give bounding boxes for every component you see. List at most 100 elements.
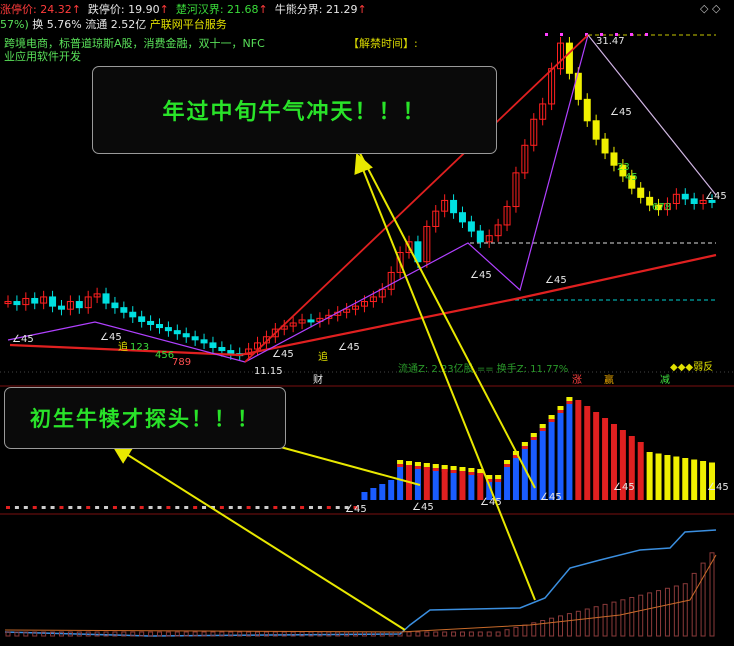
indicator-bar (637, 442, 644, 500)
indicator-bar (112, 506, 117, 509)
candle-body (200, 339, 208, 344)
count-label: 45 (625, 172, 638, 183)
cumulative-blue-line (4, 529, 717, 637)
candle-body (227, 350, 235, 355)
bull-bear-label: 牛熊分界: 21.29 (274, 3, 358, 16)
indicator-bar (584, 406, 591, 500)
indicator-bar (379, 484, 386, 500)
angle-45-label: ∠45 (412, 502, 434, 513)
indicator-bar (184, 506, 189, 509)
cumulative-orange-line (4, 554, 717, 633)
indicator-bar (335, 506, 340, 509)
indicator-cap (477, 473, 484, 476)
candle-body (637, 187, 645, 198)
price-limits-row: 涨停价: 24.32↑ 跌停价: 19.90↑ 楚河汉界: 21.68↑ 牛熊分… (0, 3, 367, 16)
indicator-bar (664, 455, 671, 500)
indicator-cap (504, 464, 511, 467)
cumulative-bar (540, 620, 546, 637)
indicator-cap (495, 479, 502, 482)
indicator-bar (282, 506, 287, 509)
cumulative-bar (451, 631, 457, 637)
indicator-bar (273, 506, 278, 509)
angle-45-label: ∠45 (345, 504, 367, 515)
candle-body (31, 297, 39, 304)
indicator-bar (264, 506, 269, 509)
candle-body (467, 221, 475, 232)
cumulative-bar (673, 585, 679, 637)
industry-label: 产联网平台服务 (149, 18, 227, 31)
indicator-cap (530, 433, 537, 437)
indicator-bar (219, 506, 224, 509)
cumulative-bar (477, 631, 483, 637)
indicator-bar (50, 506, 55, 509)
indicator-bar (202, 506, 207, 509)
cumulative-bar (433, 631, 439, 637)
indicator-cap (450, 470, 457, 473)
indicator-cap (539, 424, 546, 428)
indicator-bar (575, 400, 582, 500)
zhang-label: 涨 (572, 374, 582, 386)
cumulative-bar (638, 594, 644, 637)
limit-up-label: 涨停价: 24.32 (0, 3, 72, 16)
indicator-cap (521, 446, 528, 449)
indicator-cap (441, 469, 448, 472)
indicator-bar (691, 459, 698, 500)
corner-icons[interactable]: ◇ ◇ (700, 2, 720, 15)
indicator-bar (673, 456, 680, 500)
indicator-cap (557, 410, 564, 413)
annotation-arrow (354, 152, 536, 601)
cumulative-bar (459, 631, 465, 637)
indicator-bar (23, 506, 28, 509)
cumulative-bar (424, 631, 430, 637)
candle-body (111, 302, 119, 309)
indicator-bar (86, 506, 91, 509)
indicator-cap (423, 463, 430, 467)
candle-body (450, 199, 458, 214)
cumulative-bar (682, 583, 688, 637)
candle-body (681, 193, 689, 200)
flow-stats-label: 流通Z: 2.23亿股 == 换手Z: 11.77% (398, 362, 568, 375)
turnover-label: 换 5.76% (32, 18, 82, 31)
cumulative-bar (486, 631, 492, 637)
angle-45-label: ∠45 (540, 492, 562, 503)
indicator-bar (593, 412, 600, 500)
cumulative-bar (504, 629, 510, 637)
cumulative-bar (406, 631, 412, 637)
chu-han-label: 楚河汉界: 21.68 (175, 3, 259, 16)
candle-body (173, 330, 181, 335)
zhui-label: 追 (118, 340, 128, 353)
indicator-cap (530, 437, 537, 440)
indicator-bar (557, 406, 564, 500)
indicator-bar (700, 461, 707, 500)
indicator-bar (602, 418, 609, 500)
zhui-label: 追 (318, 350, 328, 363)
indicator-cap (504, 460, 511, 464)
indicator-bar (139, 506, 144, 509)
indicator-bar (77, 506, 82, 509)
stock-header: 涨停价: 24.32↑ 跌停价: 19.90↑ 楚河汉界: 21.68↑ 牛熊分… (0, 0, 734, 63)
cumulative-bar (656, 590, 662, 637)
indicator-bar (59, 506, 64, 509)
indicator-bar (548, 415, 555, 500)
indicator-cap (397, 464, 404, 467)
indicator-bar (361, 492, 368, 500)
indicator-bar (255, 506, 260, 509)
cumulative-bar (629, 597, 635, 637)
indicator-bar (317, 506, 322, 509)
candle-body (583, 98, 591, 122)
cumulative-bar (558, 615, 564, 637)
indicator-bar (41, 506, 46, 509)
candle-body (164, 327, 172, 332)
diamonds-label: ◆◆◆弱反 (670, 361, 713, 373)
cumulative-bar (647, 592, 653, 637)
indicator-cap (548, 415, 555, 419)
annotation-bottom-text: 初生牛犊才探头！！！ (30, 406, 260, 431)
candle-body (592, 120, 600, 140)
indicator-cap (414, 462, 421, 466)
indicator-bar (32, 506, 37, 509)
indicator-cap (521, 442, 528, 446)
indicator-bar (370, 488, 377, 500)
angle-45-label: ∠45 (613, 482, 635, 493)
indicator-bar (308, 506, 313, 509)
limit-down-label: 跌停价: 19.90 (87, 3, 160, 16)
